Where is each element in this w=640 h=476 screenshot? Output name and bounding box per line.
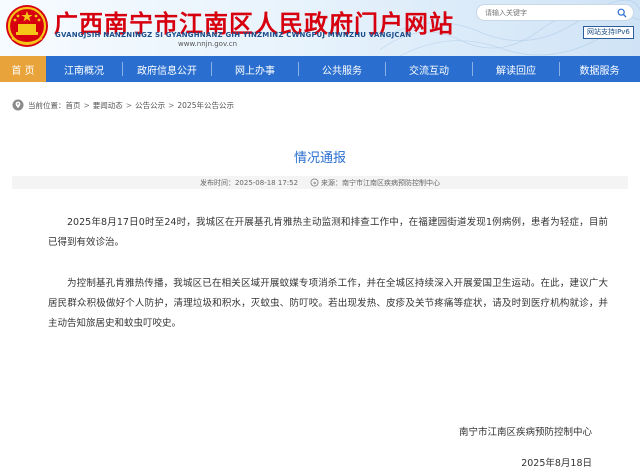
article-meta: 发布时间： 2025-08-18 17:52 来源： 南宁市江南区疾病预防控制中…	[12, 176, 628, 189]
search-box	[476, 4, 634, 21]
search-input[interactable]	[477, 5, 613, 20]
source-label: 来源：	[321, 178, 343, 187]
site-url: www.nnjn.gov.cn	[178, 40, 238, 48]
nav-item-home[interactable]: 首 页	[0, 56, 46, 82]
breadcrumb-announcements[interactable]: 公告公示	[135, 100, 165, 111]
nav-item-overview[interactable]: 江南概况	[46, 56, 122, 82]
breadcrumb: 当前位置： 首页 > 要闻动态 > 公告公示 > 2025年公告公示	[12, 98, 234, 112]
search-icon	[617, 8, 627, 17]
nav-item-data-services[interactable]: 数据服务	[560, 56, 639, 82]
nav-item-interpretation[interactable]: 解读回应	[473, 56, 559, 82]
breadcrumb-home[interactable]: 首页	[66, 100, 81, 111]
main-nav: 首 页 江南概况 政府信息公开 网上办事 公共服务 交流互动 解读回应 数据服务	[0, 56, 640, 82]
publish-label: 发布时间：	[199, 178, 235, 187]
nav-item-interaction[interactable]: 交流互动	[386, 56, 472, 82]
nav-item-online-services[interactable]: 网上办事	[212, 56, 298, 82]
source-icon	[310, 178, 319, 187]
article-title: 情况通报	[293, 151, 346, 166]
breadcrumb-prefix: 当前位置：	[28, 100, 66, 110]
signature-organization: 南宁市江南区疾病预防控制中心	[458, 427, 592, 438]
site-header: 广西南宁市江南区人民政府门户网站 GVANGJSIH NANZNINGZ SI …	[0, 0, 640, 56]
breadcrumb-separator: >	[168, 100, 175, 110]
nav-item-gov-info[interactable]: 政府信息公开	[123, 56, 211, 82]
search-button[interactable]	[613, 5, 631, 20]
signature-date: 2025年8月18日	[521, 458, 592, 469]
breadcrumb-separator: >	[83, 100, 90, 110]
breadcrumb-news[interactable]: 要闻动态	[93, 100, 123, 111]
ipv6-badge: 网站支持IPv6	[583, 26, 634, 39]
location-icon	[12, 99, 24, 111]
source-value: 南宁市江南区疾病预防控制中心	[342, 178, 441, 187]
article-paragraph: 为控制基孔肯雅热传播，我城区已在相关区域开展蚊媒专项消杀工作，并在全城区持续深入…	[48, 278, 608, 329]
article-paragraph: 2025年8月17日0时至24时，我城区在开展基孔肯雅热主动监测和排查工作中，在…	[48, 217, 608, 248]
breadcrumb-separator: >	[125, 100, 133, 110]
national-emblem-icon	[6, 5, 48, 47]
nav-item-public-services[interactable]: 公共服务	[299, 56, 385, 82]
site-subtitle: GVANGJSIH NANZNINGZ SI GYANGHNANZ GIH YI…	[55, 31, 412, 39]
publish-time: 2025-08-18 17:52	[234, 178, 299, 187]
breadcrumb-2025-announcements[interactable]: 2025年公告公示	[177, 100, 234, 111]
